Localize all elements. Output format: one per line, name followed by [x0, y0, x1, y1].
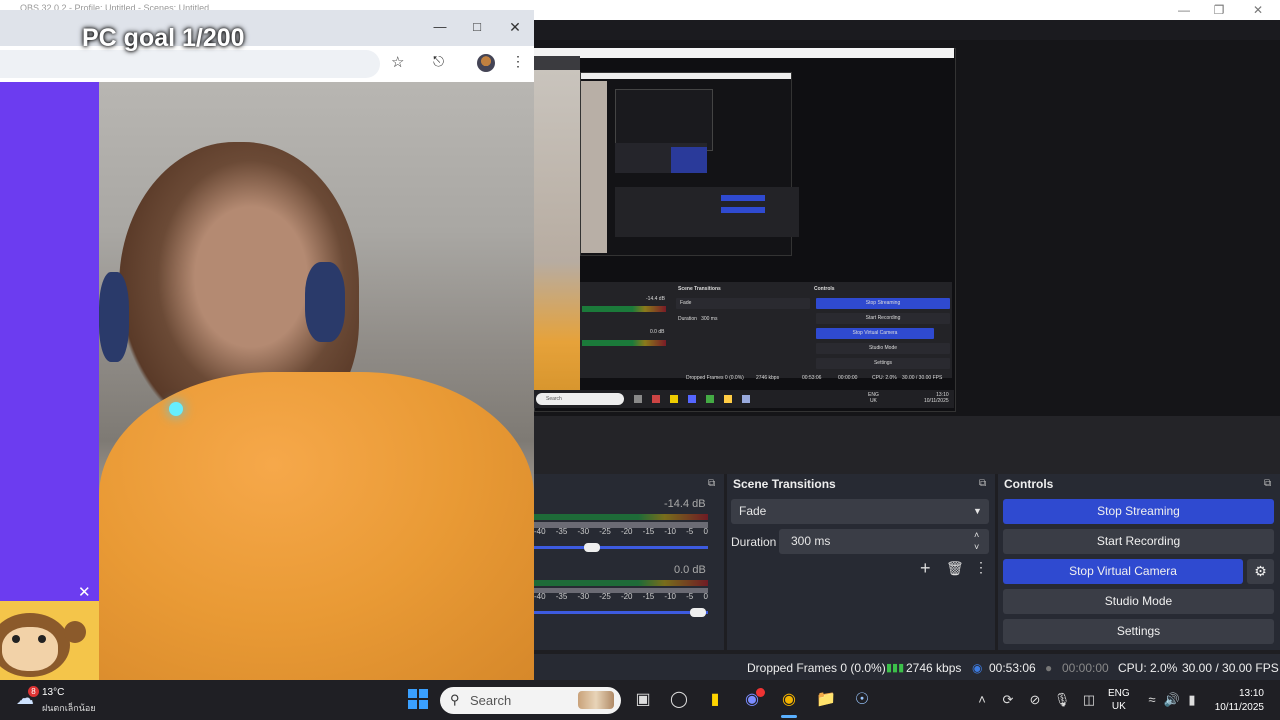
gear-icon[interactable]: ⚙ — [1247, 559, 1274, 584]
weather-description[interactable]: ฝนตกเล็กน้อย — [42, 701, 96, 715]
duration-label: Duration — [731, 535, 777, 549]
cpu-usage: CPU: 2.0% — [1118, 661, 1178, 675]
microphone-icon[interactable]: 🎙 — [1052, 691, 1072, 709]
nested-taskbar: Search ENG UK 13:10 10/11/2025 — [534, 390, 954, 408]
search-icon: ⚲ — [450, 692, 460, 707]
browser-menu-icon[interactable]: ⋮ — [511, 53, 525, 70]
file-explorer-icon[interactable]: 📁 — [814, 688, 838, 712]
duration-field[interactable]: 300 ms ˄ ˅ — [779, 529, 989, 554]
track1-meter — [534, 514, 708, 520]
track1-scale: -40 -35 -30 -25 -20 -15 -10 -5 0 — [534, 527, 708, 536]
extensions-icon[interactable]: ⎋ — [433, 53, 444, 70]
undock-icon[interactable]: ⧉ — [1264, 478, 1271, 489]
fps: 30.00 / 30.00 FPS — [1182, 661, 1279, 675]
battery-icon[interactable]: ▮ — [1182, 691, 1202, 709]
profile-avatar[interactable] — [477, 54, 495, 72]
search-highlight-image — [578, 691, 614, 709]
stop-streaming-button[interactable]: Stop Streaming — [1003, 499, 1274, 524]
audio-mixer-panel: ⧉ -14.4 dB -40 -35 -30 -25 -20 -15 -10 -5 0 0.0 … — [534, 474, 724, 650]
track2-db: 0.0 dB — [674, 564, 706, 576]
track1-volume-handle[interactable] — [584, 543, 600, 552]
track1-db: -14.4 dB — [664, 498, 706, 510]
browser-tabbar — [0, 10, 534, 46]
monkey-sticker — [0, 601, 99, 680]
maximize-icon[interactable]: □ — [469, 19, 485, 35]
display-icon[interactable]: ◫ — [1079, 691, 1099, 709]
discord-badge — [756, 688, 765, 697]
scene-transitions-title: Scene Transitions — [727, 474, 995, 494]
controls-title: Controls — [998, 474, 1280, 494]
weather-temp[interactable]: 13°C — [42, 687, 64, 698]
minimize-icon[interactable]: — — [1176, 2, 1192, 18]
task-view-icon[interactable]: ▣ — [631, 688, 655, 712]
goal-overlay-text: PC goal 1/200 — [82, 24, 245, 52]
bookmark-star-icon[interactable]: ☆ — [391, 53, 404, 71]
webcam-feed — [99, 82, 534, 680]
transition-select[interactable]: Fade ▼ — [731, 499, 989, 524]
rec-icon: ● — [1045, 661, 1053, 675]
rec-time: 00:00:00 — [1062, 661, 1109, 675]
restore-icon[interactable]: ❐ — [1211, 2, 1227, 18]
stop-virtual-camera-button[interactable]: Stop Virtual Camera — [1003, 559, 1243, 584]
steam-icon[interactable]: ☉ — [850, 688, 874, 712]
settings-button[interactable]: Settings — [1003, 619, 1274, 644]
more-options-icon[interactable]: ⋮ — [974, 559, 988, 576]
studio-mode-button[interactable]: Studio Mode — [1003, 589, 1274, 614]
track1-volume-slider[interactable] — [534, 546, 708, 549]
nested-docks: Scene Transitions Controls Fade Duration… — [580, 282, 952, 381]
taskbar-search[interactable]: ⚲ Search — [440, 687, 621, 714]
sync-icon[interactable]: ⟳ — [998, 691, 1018, 709]
signal-icon: ▮▮▮ — [886, 662, 905, 674]
close-icon[interactable]: ✕ — [78, 583, 91, 601]
volume-icon[interactable]: 🔊 — [1162, 691, 1182, 709]
start-icon[interactable] — [408, 689, 428, 709]
live-time: 00:53:06 — [989, 661, 1036, 675]
active-app-indicator — [781, 715, 797, 718]
bitrate: 2746 kbps — [906, 661, 962, 675]
sticky-notes-icon[interactable]: ▮ — [703, 688, 727, 712]
weather-badge: 8 — [28, 686, 39, 697]
obs-preview-lower-area — [534, 416, 1280, 474]
close-icon[interactable]: ✕ — [1250, 2, 1266, 18]
wifi-icon[interactable]: ≈ — [1142, 691, 1162, 709]
undock-icon[interactable]: ⧉ — [979, 478, 986, 489]
stepper-down-icon[interactable]: ˅ — [974, 535, 979, 560]
camera-off-icon[interactable]: ⊘ — [1025, 691, 1045, 709]
minimize-icon[interactable]: — — [432, 19, 448, 35]
status-bar: Dropped Frames 0 (0.0%) ▮▮▮ 2746 kbps ◉ … — [534, 654, 1280, 680]
obs-app-icon[interactable]: ◯ — [667, 688, 691, 712]
start-recording-button[interactable]: Start Recording — [1003, 529, 1274, 554]
nested-inner-preview — [580, 72, 799, 256]
live-icon: ◉ — [972, 661, 983, 675]
add-icon[interactable]: + — [920, 558, 931, 579]
chevron-down-icon: ▼ — [973, 506, 982, 516]
nested-browser-titlebar — [534, 48, 954, 58]
track2-scale: -40 -35 -30 -25 -20 -15 -10 -5 0 — [534, 592, 708, 601]
close-icon[interactable]: ✕ — [507, 19, 523, 35]
clock[interactable]: 13:10 10/11/2025 — [1208, 687, 1264, 715]
purple-sidebar — [0, 82, 99, 601]
undock-icon[interactable]: ⧉ — [708, 478, 715, 489]
language-indicator[interactable]: ENG UK — [1108, 687, 1130, 713]
chrome-icon[interactable]: ◉ — [777, 688, 801, 712]
address-bar[interactable] — [0, 50, 380, 78]
chevron-up-icon[interactable]: ˄ — [972, 691, 992, 709]
trash-icon[interactable]: 🗑 — [946, 560, 964, 577]
nested-webcam-image — [534, 70, 580, 390]
track2-volume-handle[interactable] — [690, 608, 706, 617]
dropped-frames: Dropped Frames 0 (0.0%) — [747, 661, 886, 675]
track2-meter — [534, 580, 708, 586]
track2-volume-slider[interactable] — [534, 611, 708, 614]
